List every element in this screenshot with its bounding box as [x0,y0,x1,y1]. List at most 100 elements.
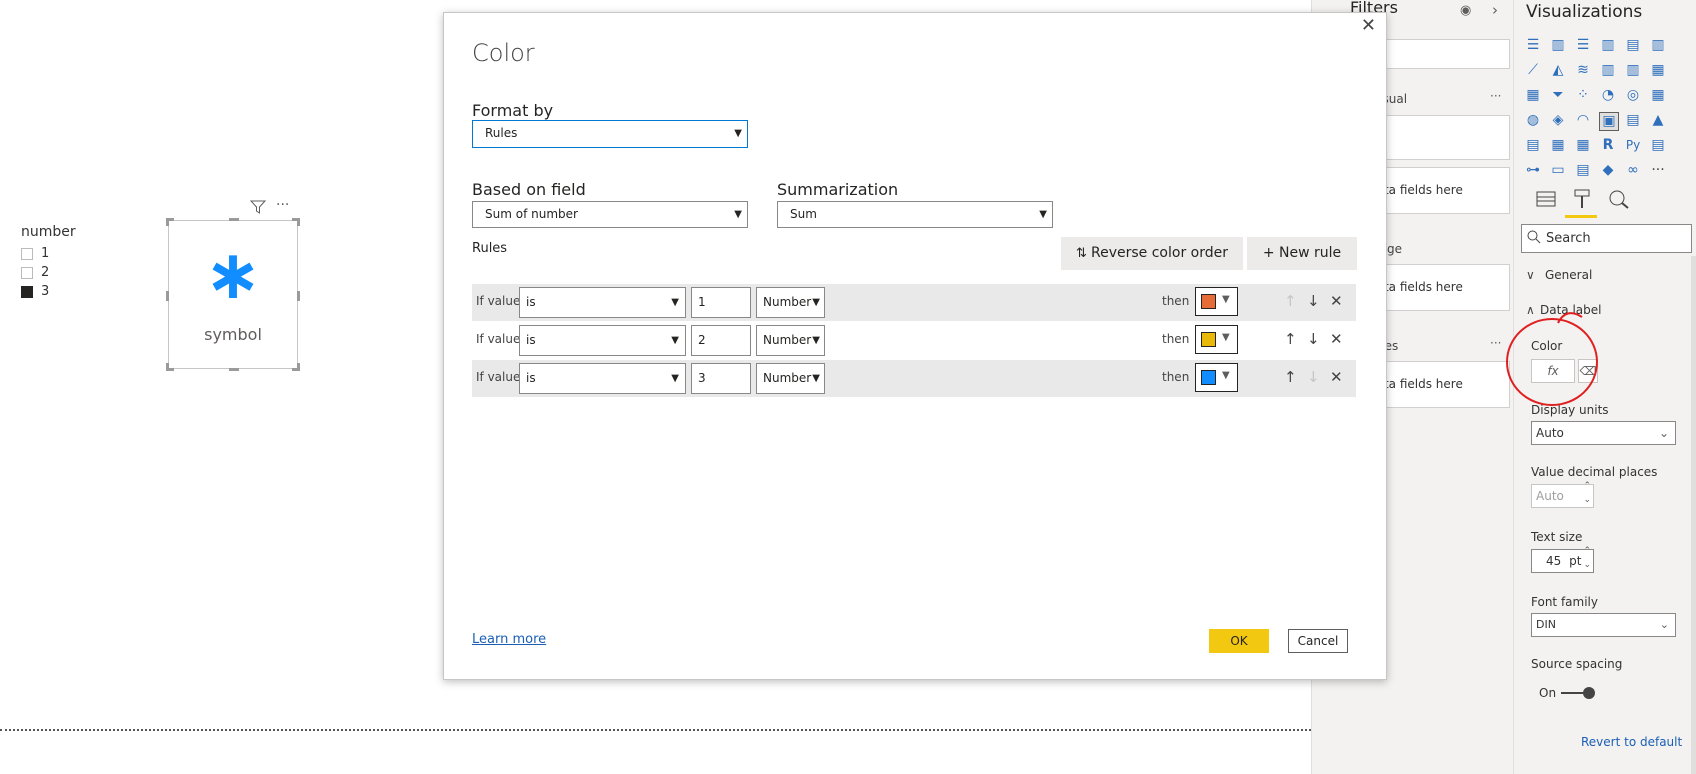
cancel-button[interactable]: Cancel [1288,629,1348,653]
value-type-select[interactable]: Number ▼ [756,363,825,394]
font-family-select[interactable]: DIN ⌄ [1531,613,1676,637]
color-picker[interactable]: ▼ [1195,287,1238,316]
filled-map-icon[interactable]: ◈ [1549,112,1567,129]
slicer-item-2[interactable]: 2 [21,265,49,280]
value-type-select[interactable]: Number ▼ [756,287,825,318]
delete-rule-icon[interactable]: ✕ [1330,330,1343,348]
donut-chart-icon[interactable]: ◎ [1624,87,1642,104]
delete-rule-icon[interactable]: ✕ [1330,368,1343,386]
value-type-select[interactable]: Number ▼ [756,325,825,356]
font-family-label: Font family [1531,595,1598,609]
color-picker[interactable]: ▼ [1195,325,1238,354]
checkbox[interactable] [21,266,33,279]
matrix-icon[interactable]: ▦ [1574,137,1592,154]
decimal-places-input[interactable]: Auto ⌃ ⌄ [1531,481,1594,508]
eye-icon[interactable]: ◉ [1460,3,1471,18]
card-visual[interactable]: ∗ symbol [166,218,300,371]
stacked-column-100-icon[interactable]: ▥ [1649,37,1667,54]
analytics-magnifier-icon[interactable] [1608,189,1630,213]
multi-row-card-icon[interactable]: ▤ [1624,112,1642,129]
clustered-bar-icon[interactable]: ▥ [1549,37,1567,54]
rule-value-input[interactable]: 3 [691,363,751,394]
rule-value-input[interactable]: 1 [691,287,751,318]
operator-select[interactable]: is ▼ [519,287,686,318]
scatter-icon[interactable]: ⁘ [1574,87,1592,104]
spinner-icon[interactable]: ⌃ ⌄ [1583,479,1591,507]
based-on-field-select[interactable]: Sum of number ▼ [472,201,748,228]
source-spacing-toggle[interactable] [1561,686,1597,700]
rule-value-input[interactable]: 2 [691,325,751,356]
more-options-icon[interactable]: ··· [1490,89,1501,103]
ok-button[interactable]: OK [1209,629,1269,653]
paginated-report-icon[interactable]: ▤ [1574,162,1592,179]
kpi-icon[interactable]: ▲ [1649,112,1667,129]
treemap-icon[interactable]: ▦ [1649,87,1667,104]
chevron-up-icon[interactable]: ∧ [1526,303,1535,317]
more-visuals-icon[interactable]: ··· [1649,162,1667,179]
line-chart-icon[interactable]: ⟋ [1524,62,1542,79]
ribbon-chart-icon[interactable]: ▦ [1649,62,1667,79]
move-up-arrow-icon[interactable]: ↑ [1284,330,1297,348]
move-up-arrow-icon[interactable]: ↑ [1284,368,1297,386]
slicer-item-3[interactable]: 3 [21,284,49,299]
caret-down-icon: ▼ [671,297,679,308]
key-influencers-icon[interactable]: ▤ [1649,137,1667,154]
move-down-arrow-icon[interactable]: ↓ [1307,292,1320,310]
stacked-bar-100-icon[interactable]: ☰ [1574,37,1592,54]
glasses-icon[interactable]: ∞ [1624,162,1642,179]
rule-value: 3 [698,371,706,385]
r-visual-icon[interactable]: R [1599,137,1617,154]
stacked-bar-icon[interactable]: ☰ [1524,37,1542,54]
format-paint-roller-icon[interactable] [1572,188,1592,214]
spinner-icon[interactable]: ⌃ ⌄ [1583,544,1591,572]
more-options-icon[interactable]: ··· [1490,336,1501,350]
text-size-input[interactable]: 45 pt ⌃ ⌄ [1531,546,1594,573]
slicer-item-1[interactable]: 1 [21,246,49,261]
collapse-chevron-icon[interactable]: › [1492,1,1498,19]
new-rule-button[interactable]: + New rule [1247,237,1357,270]
waterfall-icon[interactable]: ▦ [1524,87,1542,104]
stacked-column-icon[interactable]: ▥ [1599,37,1617,54]
area-chart-icon[interactable]: ◭ [1549,62,1567,79]
checkbox[interactable] [21,247,33,260]
operator-select[interactable]: is ▼ [519,325,686,356]
operator-select[interactable]: is ▼ [519,363,686,394]
qa-icon[interactable]: ▭ [1549,162,1567,179]
line-clustered-column-icon[interactable]: ▥ [1624,62,1642,79]
learn-more-link[interactable]: Learn more [472,632,546,647]
plus-icon: + [1262,245,1280,261]
display-units-value: Auto [1536,426,1564,440]
color-picker[interactable]: ▼ [1195,363,1238,392]
map-icon[interactable]: ◍ [1524,112,1542,129]
more-options-icon[interactable]: ··· [276,197,289,213]
stacked-area-icon[interactable]: ≋ [1574,62,1592,79]
filter-icon[interactable] [249,199,267,218]
fields-tab-icon[interactable] [1536,190,1556,212]
slicer-icon[interactable]: ▤ [1524,137,1542,154]
move-up-arrow-icon[interactable]: ↑ [1284,292,1297,310]
funnel-icon[interactable]: ⏷ [1549,87,1567,104]
checkbox-checked[interactable] [21,285,33,298]
section-general[interactable]: General [1545,268,1592,282]
decomposition-tree-icon[interactable]: ⊶ [1524,162,1542,179]
line-column-icon[interactable]: ▥ [1599,62,1617,79]
scrollbar[interactable] [1691,256,1696,774]
table-icon[interactable]: ▦ [1549,137,1567,154]
clustered-column-icon[interactable]: ▤ [1624,37,1642,54]
python-visual-icon[interactable]: Py [1624,137,1642,154]
pie-chart-icon[interactable]: ◔ [1599,87,1617,104]
display-units-select[interactable]: Auto ⌄ [1531,421,1676,445]
card-icon[interactable]: ▣ [1599,112,1619,131]
delete-rule-icon[interactable]: ✕ [1330,292,1343,310]
gauge-icon[interactable]: ◠ [1574,112,1592,129]
reverse-color-order-button[interactable]: ⇅ Reverse color order [1061,237,1243,270]
format-search-input[interactable]: Search [1521,224,1692,253]
chevron-down-icon[interactable]: ∨ [1526,268,1535,282]
format-by-select[interactable]: Rules ▼ [472,120,748,148]
summarization-select[interactable]: Sum ▼ [777,201,1053,228]
move-down-arrow-icon[interactable]: ↓ [1307,368,1320,386]
revert-to-default-link[interactable]: Revert to default [1581,735,1682,749]
close-icon[interactable]: ✕ [1361,15,1376,36]
move-down-arrow-icon[interactable]: ↓ [1307,330,1320,348]
power-apps-icon[interactable]: ◆ [1599,162,1617,179]
